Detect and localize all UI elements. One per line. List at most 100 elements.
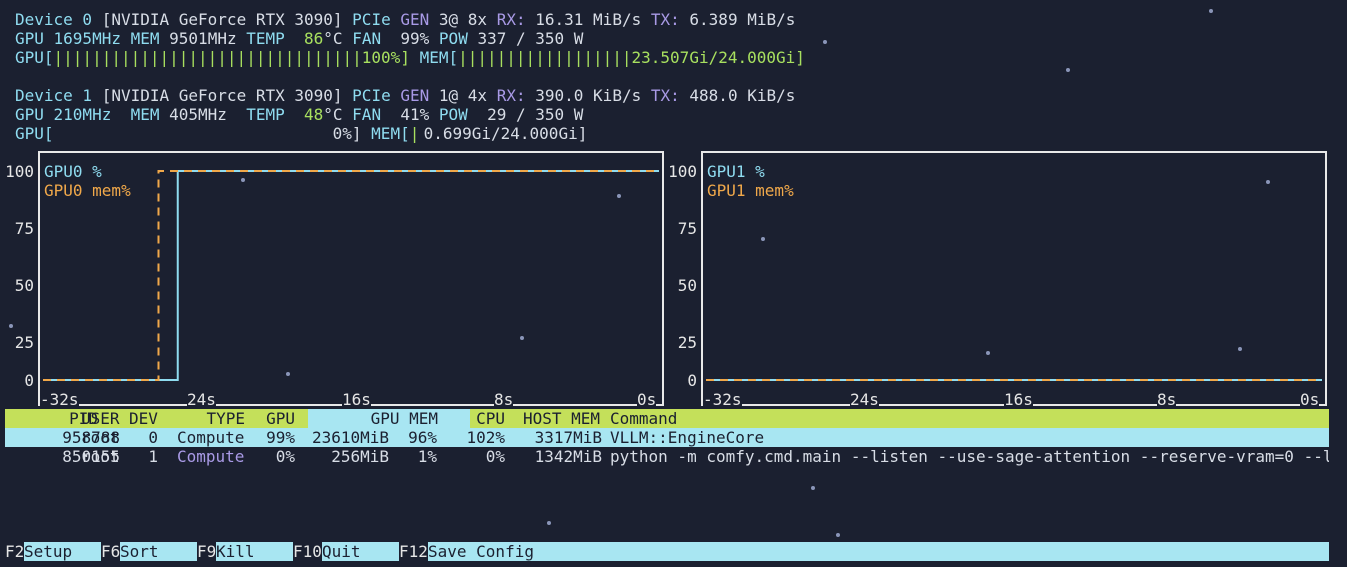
setup-button[interactable]: Setup: [24, 542, 101, 561]
device0-temp-label: TEMP: [246, 29, 285, 48]
chart0-ytick: 50: [14, 276, 34, 295]
device1-temp: 48: [304, 105, 324, 124]
header-user[interactable]: USER: [81, 409, 120, 428]
device1-bar-line: GPU[0%] MEM[| 0.699Gi/24.000Gi]: [15, 124, 587, 143]
chart0-xtick: 24s: [187, 390, 216, 409]
function-key-bar: F2 Setup F6 Sort F9 Kill F10 Quit F12 Sa…: [5, 542, 1329, 561]
header-cpu[interactable]: CPU: [445, 409, 505, 428]
device1-power: 29 / 350 W: [487, 105, 584, 124]
chart0-xtick: 0s: [637, 390, 657, 409]
chart1-ytick: 50: [677, 276, 697, 295]
chart1-legend-mem: GPU1 mem%: [707, 181, 794, 200]
device0-clock-line: GPU 1695MHz MEM 9501MHz TEMP 86°C FAN 99…: [15, 29, 583, 48]
device0-rx-label: RX:: [496, 10, 526, 29]
chart0-xtick: 8s: [494, 390, 514, 409]
row-cpu: 102%: [466, 428, 505, 447]
table-row[interactable]: 958788 root 0 Compute 99% 23610MiB 96% 1…: [5, 428, 1329, 447]
device1-rx-label: RX:: [496, 86, 526, 105]
device0-gpu-clock: GPU 1695MHz: [15, 29, 121, 48]
header-gpu-mem[interactable]: GPU MEM: [305, 409, 438, 428]
chart1-xtick: 24s: [850, 390, 879, 409]
device1-gpu-bar-label: GPU[: [15, 124, 54, 143]
chart1-legend-gpu: GPU1 %: [707, 162, 765, 181]
quit-button[interactable]: Quit: [322, 542, 399, 561]
chart0-ytick: 100: [5, 162, 34, 181]
header-gpu[interactable]: GPU: [255, 409, 295, 428]
device1-pow-label: POW: [438, 105, 468, 124]
device1-gen: 1@ 4x: [438, 86, 488, 105]
device1-model: [NVIDIA GeForce RTX 3090]: [101, 86, 343, 105]
device1-temp-label: TEMP: [246, 105, 285, 124]
device0-fan-label: FAN: [352, 29, 382, 48]
background-dot: [836, 533, 840, 537]
chart1-xtick: 0s: [1300, 390, 1320, 409]
row-command: VLLM::EngineCore: [610, 428, 765, 447]
device0-mem-clock: 9501MHz: [169, 29, 237, 48]
chart0-ytick: 0: [24, 371, 34, 390]
device1-mem-clock: 405MHz: [169, 105, 227, 124]
device0-rx: 16.31 MiB/s: [535, 10, 642, 29]
device1-fan: 41%: [400, 105, 430, 124]
chart1-ytick: 75: [677, 219, 697, 238]
background-dot: [1066, 68, 1070, 72]
background-dot: [617, 194, 621, 198]
header-dev[interactable]: DEV: [129, 409, 158, 428]
row-gpu: 0%: [275, 447, 295, 466]
row-dev: 0: [148, 428, 158, 447]
series-line-gpu0-: [43, 170, 659, 381]
device1-mem-label: MEM: [130, 105, 160, 124]
row-dev: 1: [148, 447, 158, 466]
sort-button[interactable]: Sort: [120, 542, 197, 561]
device0-gen-label: GEN: [400, 10, 430, 29]
chart0-xtick: 16s: [342, 390, 371, 409]
background-dot: [986, 351, 990, 355]
chart0-legend-mem: GPU0 mem%: [44, 181, 131, 200]
row-type: Compute: [177, 428, 245, 447]
device1-mem-bar-label: MEM[: [371, 124, 410, 143]
chart0-xtick: -32s: [40, 390, 79, 409]
header-command[interactable]: Command: [610, 409, 677, 428]
device0-gpu-pct: 100%]: [361, 48, 410, 67]
chart0-plot: [43, 170, 659, 381]
table-row[interactable]: 850155 root 1 Compute 0% 256MiB 1% 0% 13…: [5, 447, 1329, 466]
chart0-ytick: 25: [14, 333, 34, 352]
device1-info-line: Device 1 [NVIDIA GeForce RTX 3090] PCIe …: [15, 86, 795, 105]
device0-tx: 6.389 MiB/s: [689, 10, 796, 29]
chart1-xtick: 8s: [1157, 390, 1177, 409]
background-dot: [811, 486, 815, 490]
row-command: python -m comfy.cmd.main --listen --use-…: [610, 447, 1329, 466]
device1-tx-label: TX:: [650, 86, 680, 105]
header-host-mem[interactable]: HOST MEM: [523, 409, 600, 428]
device0-gpu-bar: ||||||||||||||||||||||||||||||||: [53, 48, 362, 67]
f12-key: F12: [399, 542, 428, 561]
device1-rx: 390.0 KiB/s: [535, 86, 642, 105]
background-dot: [241, 178, 245, 182]
background-dot: [9, 324, 13, 328]
device0-fan: 99%: [400, 29, 430, 48]
row-gpu-mem-pct: 96%: [408, 428, 437, 447]
chart1-xtick: 16s: [1004, 390, 1033, 409]
device0-gen: 3@ 8x: [438, 10, 488, 29]
header-type[interactable]: TYPE: [165, 409, 245, 428]
kill-button[interactable]: Kill: [216, 542, 293, 561]
background-dot: [1266, 180, 1270, 184]
device0-gpu-bar-label: GPU[: [15, 48, 54, 67]
chart1-ytick: 25: [677, 333, 697, 352]
f2-key: F2: [5, 542, 25, 561]
save-config-button[interactable]: Save Config: [428, 542, 1329, 561]
row-user: root: [81, 428, 120, 447]
device0-mem-label: MEM: [130, 29, 160, 48]
device0-model: [NVIDIA GeForce RTX 3090]: [101, 10, 343, 29]
device1-tx: 488.0 KiB/s: [689, 86, 796, 105]
chart1-xtick: -32s: [703, 390, 742, 409]
device1-gpu-pct: 0%]: [332, 124, 362, 143]
row-gpu-mem: 256MiB: [331, 447, 389, 466]
process-table-header[interactable]: PID USER DEV TYPE GPU GPU MEM CPU HOST M…: [5, 409, 1329, 428]
device1-fan-label: FAN: [352, 105, 382, 124]
background-dot: [547, 521, 551, 525]
row-host-mem: 3317MiB: [534, 428, 602, 447]
device0-tx-label: TX:: [650, 10, 680, 29]
device1-pcie-label: PCIe: [352, 86, 391, 105]
chart0-ytick: 75: [14, 219, 34, 238]
device0-pcie-label: PCIe: [352, 10, 391, 29]
